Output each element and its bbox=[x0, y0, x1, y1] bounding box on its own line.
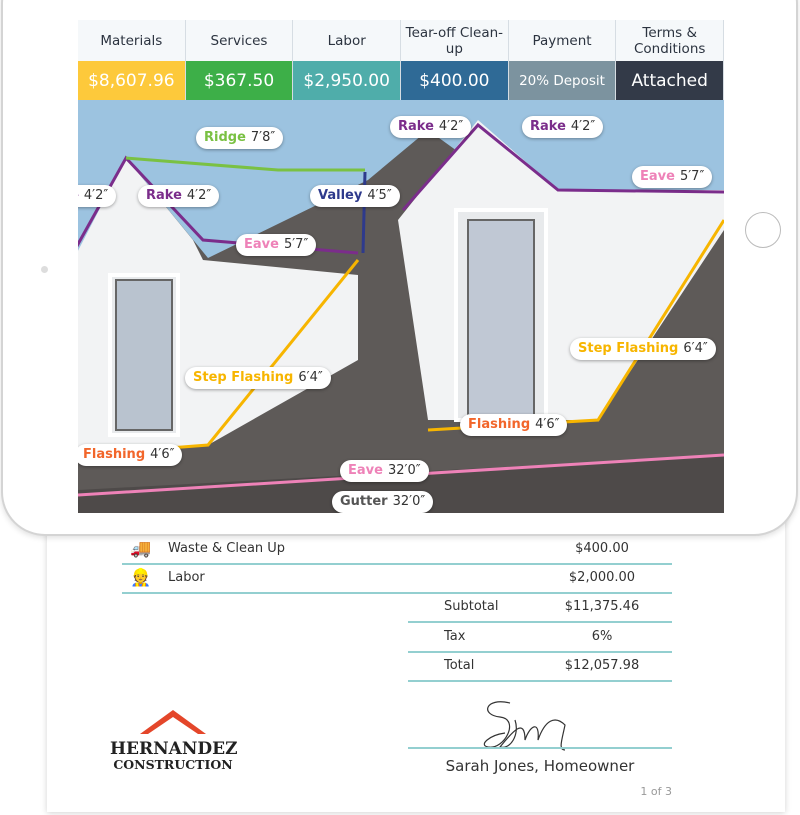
home-button[interactable] bbox=[745, 212, 781, 248]
summary-tab-labor[interactable]: Labor $2,950.00 bbox=[293, 20, 402, 100]
summary-bar: Materials $8,607.96 Services $367.50 Labor $2… bbox=[78, 20, 724, 100]
measurement-label[interactable]: Flashing 4′6″ bbox=[460, 414, 568, 436]
summary-value: 20% Deposit bbox=[508, 61, 616, 100]
measurement-label[interactable]: Eave 5′7″ bbox=[632, 166, 713, 188]
signature bbox=[483, 701, 566, 751]
line-item: 👷 Labor $2,000.00 bbox=[122, 565, 672, 594]
summary-tab-materials[interactable]: Materials $8,607.96 bbox=[78, 20, 186, 100]
measurement-length: 7′8″ bbox=[250, 130, 276, 145]
signer-name: Sarah Jones, Homeowner bbox=[445, 757, 635, 775]
measurement-length: 6′4″ bbox=[298, 370, 323, 385]
tax-row: Tax 6% bbox=[408, 624, 672, 653]
measurement-length: 32′0″ bbox=[387, 463, 421, 478]
subtotal-row: Subtotal $11,375.46 bbox=[408, 594, 672, 623]
total-row: Total $12,057.98 bbox=[408, 653, 672, 682]
measurement-length: 4′5″ bbox=[367, 188, 392, 203]
measurement-type: Rake bbox=[78, 188, 79, 203]
summary-label: Payment bbox=[508, 20, 616, 61]
measurement-type: Valley bbox=[318, 188, 363, 203]
summary-tab-tear-off-clean-up[interactable]: Tear-off Clean-up $400.00 bbox=[401, 20, 509, 100]
summary-label: Labor bbox=[293, 20, 401, 61]
summary-value: $8,607.96 bbox=[78, 61, 185, 100]
page-indicator: 1 of 3 bbox=[640, 785, 672, 798]
measurement-label[interactable]: Rake 4′2″ bbox=[138, 185, 220, 207]
summary-label: Terms & Conditions bbox=[616, 20, 724, 61]
measurement-length: 4′2″ bbox=[438, 119, 464, 134]
summary-label: Tear-off Clean-up bbox=[401, 20, 508, 61]
measurement-type: Ridge bbox=[204, 130, 246, 145]
summary-label: Services bbox=[185, 20, 293, 61]
measurement-type: Rake bbox=[146, 188, 182, 203]
tablet-screen: Materials $8,607.96 Services $367.50 Labor $2… bbox=[78, 20, 724, 513]
summary-tab-terms-conditions[interactable]: Terms & Conditions Attached bbox=[616, 20, 724, 100]
measurement-label[interactable]: Rake 4′2″ bbox=[390, 116, 472, 138]
measurement-length: 4′6″ bbox=[535, 417, 560, 432]
measurement-label[interactable]: Step Flashing 6′4″ bbox=[185, 367, 331, 389]
company-logo: HERNANDEZ CONSTRUCTION bbox=[110, 708, 238, 772]
summary-tab-services[interactable]: Services $367.50 bbox=[185, 20, 294, 100]
measurement-type: Gutter bbox=[340, 494, 388, 509]
measurement-type: Eave bbox=[348, 463, 383, 478]
measurement-label[interactable]: Valley 4′5″ bbox=[310, 185, 400, 207]
measurement-type: Rake bbox=[530, 119, 566, 134]
measurement-length: 4′2″ bbox=[570, 119, 596, 134]
signature-line bbox=[408, 747, 672, 749]
line-item: 🚚 Waste & Clean Up $400.00 bbox=[122, 536, 672, 565]
measurement-type: Eave bbox=[244, 237, 279, 252]
measurement-type: Flashing bbox=[83, 447, 146, 462]
worker-icon: 👷 bbox=[130, 568, 152, 588]
measurement-length: 5′7″ bbox=[283, 237, 309, 252]
measurement-label[interactable]: Rake 4′2″ bbox=[522, 116, 604, 138]
measurement-label[interactable]: Gutter 32′0″ bbox=[332, 491, 434, 513]
measurement-length: 5′7″ bbox=[679, 169, 705, 184]
measurement-length: 6′4″ bbox=[683, 341, 708, 356]
measurement-type: Step Flashing bbox=[193, 370, 294, 385]
roof-logo-icon bbox=[140, 710, 206, 734]
measurement-label[interactable]: Eave 32′0″ bbox=[340, 460, 429, 482]
measurement-length: 4′6″ bbox=[150, 447, 175, 462]
measurement-length: 4′2″ bbox=[186, 188, 212, 203]
measurement-type: Rake bbox=[398, 119, 434, 134]
measurement-label[interactable]: Eave 5′7″ bbox=[236, 234, 317, 256]
summary-value: $2,950.00 bbox=[293, 61, 401, 100]
summary-value: $400.00 bbox=[401, 61, 508, 100]
measurement-type: Flashing bbox=[468, 417, 531, 432]
summary-value: $367.50 bbox=[185, 61, 293, 100]
truck-icon: 🚚 bbox=[130, 539, 152, 559]
measurement-length: 32′0″ bbox=[392, 494, 426, 509]
measurement-label[interactable]: Rake 4′2″ bbox=[78, 185, 117, 207]
measurement-label[interactable]: Ridge 7′8″ bbox=[196, 127, 284, 149]
summary-label: Materials bbox=[78, 20, 185, 61]
measurement-type: Eave bbox=[640, 169, 675, 184]
camera-icon bbox=[41, 266, 48, 273]
measurement-label[interactable]: Flashing 4′6″ bbox=[78, 444, 183, 466]
measurement-length: 4′2″ bbox=[83, 188, 109, 203]
summary-value: Attached bbox=[616, 61, 724, 100]
measurement-label[interactable]: Step Flashing 6′4″ bbox=[570, 338, 716, 360]
measurement-type: Step Flashing bbox=[578, 341, 679, 356]
summary-tab-payment[interactable]: Payment 20% Deposit bbox=[508, 20, 617, 100]
